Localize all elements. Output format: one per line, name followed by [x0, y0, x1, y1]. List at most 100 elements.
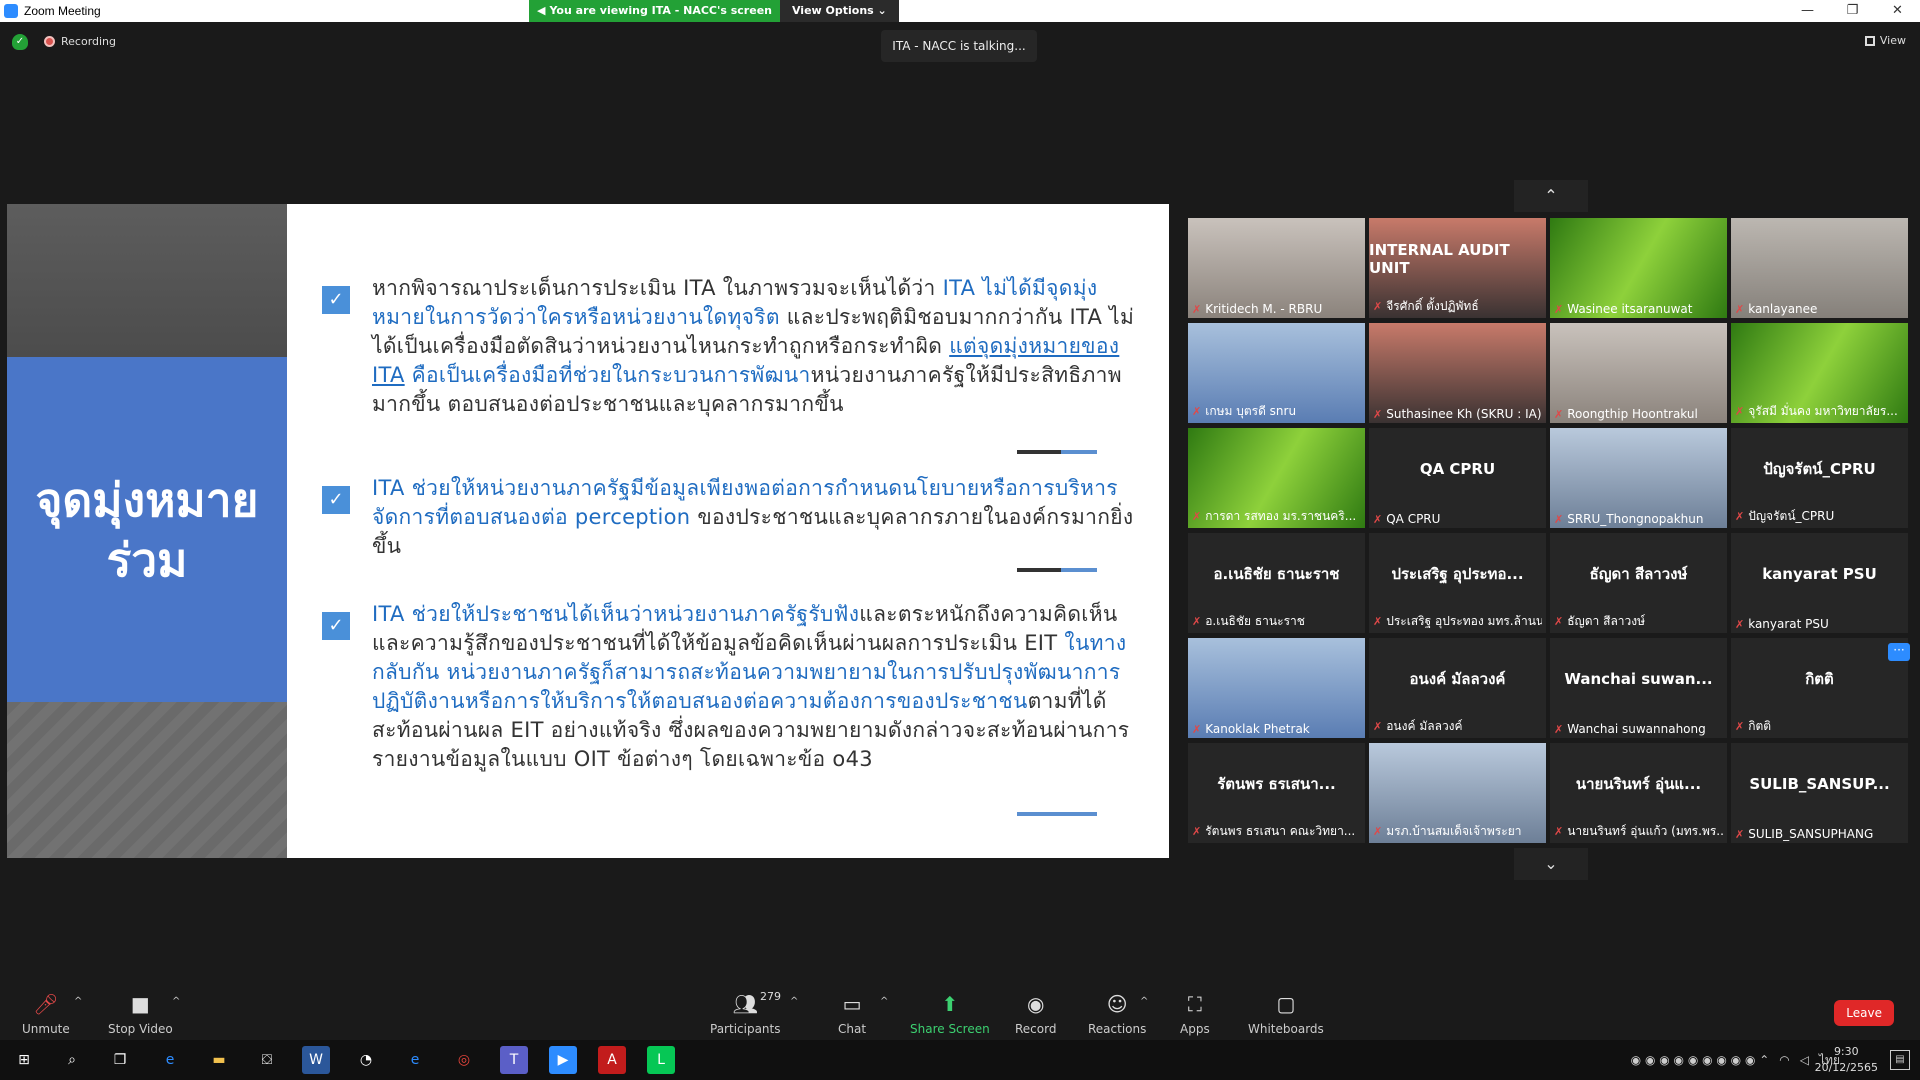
mic-muted-icon: ✗ — [1192, 510, 1202, 523]
participant-name-label: ✗ Kritidech M. - RBRU — [1192, 302, 1361, 316]
participant-name-label: ✗ Wanchai suwannahong — [1554, 722, 1723, 736]
bullet-text-segment: คือเป็นเครื่องมือที่ช่วยในกระบวนการพัฒนา — [404, 363, 811, 387]
record-button[interactable]: ◉ Record — [1015, 992, 1056, 1036]
share-screen-button[interactable]: ⬆ Share Screen — [910, 992, 990, 1036]
unmute-button[interactable]: 🎤︎ Unmute — [22, 992, 70, 1036]
acrobat-icon[interactable]: A — [598, 1046, 626, 1074]
gallery-down-button[interactable]: ⌄ — [1514, 848, 1588, 880]
task-view-icon[interactable]: ❐ — [106, 1046, 134, 1074]
apps-icon: ⛶ — [1187, 992, 1202, 1016]
participant-display-name: SULIB_SANSUP... — [1749, 775, 1890, 793]
participant-name-label: ✗ การดา รสทอง มร.ราชนคริ... — [1192, 507, 1361, 526]
participant-tile[interactable]: ประเสริฐ อุประทอ... ✗ ประเสริฐ อุประทอง มท… — [1369, 533, 1546, 633]
share-screen-label: Share Screen — [910, 1022, 990, 1036]
view-button[interactable]: View — [1864, 34, 1906, 47]
mic-muted-icon: ✗ — [1735, 827, 1745, 841]
talking-indicator: ITA - NACC is talking... — [881, 30, 1037, 62]
file-explorer-icon[interactable]: ▬ — [205, 1046, 233, 1074]
participant-tile[interactable]: ✗ การดา รสทอง มร.ราชนคริ... — [1188, 428, 1365, 528]
participant-tile[interactable]: INTERNAL AUDIT UNIT ✗ จีรศักดิ์ ตั้งปฏิพัท… — [1369, 218, 1546, 318]
chrome-icon[interactable]: ◎ — [450, 1046, 478, 1074]
participant-tile[interactable]: กิตติ ✗ กิตติ — [1731, 638, 1908, 738]
mic-muted-icon: ✗ — [1373, 825, 1383, 838]
stop-video-button[interactable]: ■ Stop Video — [108, 992, 173, 1036]
chat-label: Chat — [838, 1022, 867, 1036]
view-options-button[interactable]: View Options ⌄ — [779, 0, 899, 22]
word-icon[interactable]: W — [302, 1046, 330, 1074]
video-caret-button[interactable]: ^ — [172, 996, 180, 1007]
participant-name-label: ✗ จีรศักดิ์ ตั้งปฏิพัทธ์ — [1373, 297, 1542, 316]
participants-caret-button[interactable]: ^ — [790, 996, 798, 1007]
participant-name: เกษม บุตรดี snru — [1205, 404, 1297, 418]
participant-name: กิตติ — [1748, 719, 1772, 733]
checkbox-icon: ✓ — [322, 612, 350, 640]
participant-tile[interactable]: ✗ Suthasinee Kh (SKRU : IA) — [1369, 323, 1546, 423]
participant-tile[interactable]: ปัญจรัตน์_CPRU ✗ ปัญจรัตน์_CPRU — [1731, 428, 1908, 528]
participant-tile[interactable]: อ.เนธิชัย ธานะราช ✗ อ.เนธิชัย ธานะราช — [1188, 533, 1365, 633]
participant-tile[interactable]: ✗ มรภ.บ้านสมเด็จเจ้าพระยา — [1369, 743, 1546, 843]
participant-tile[interactable]: SULIB_SANSUP... ✗ SULIB_SANSUPHANG — [1731, 743, 1908, 843]
clock-time: 9:30 — [1833, 1045, 1859, 1058]
teams-icon[interactable]: T — [500, 1046, 528, 1074]
mic-muted-icon: ✗ — [1554, 407, 1564, 421]
taskbar-clock[interactable]: 9:30 20/12/2565 — [1815, 1044, 1878, 1076]
bullet-text: หากพิจารณาประเด็นการประเมิน ITA ในภาพรวม… — [372, 274, 1142, 419]
participant-tile[interactable]: ✗ Kanoklak Phetrak — [1188, 638, 1365, 738]
volume-icon[interactable]: ◁ — [1800, 1053, 1809, 1067]
participant-name: มรภ.บ้านสมเด็จเจ้าพระยา — [1386, 824, 1522, 838]
participant-tile[interactable]: kanyarat PSU ✗ kanyarat PSU — [1731, 533, 1908, 633]
participant-tile[interactable]: ✗ Kritidech M. - RBRU — [1188, 218, 1365, 318]
edge-icon[interactable]: e — [156, 1046, 184, 1074]
maximize-button[interactable]: ❐ — [1830, 0, 1875, 22]
participant-tile[interactable]: ✗ SRRU_Thongnopakhun — [1550, 428, 1727, 528]
slide-content: ✓ หากพิจารณาประเด็นการประเมิน ITA ในภาพร… — [287, 204, 1169, 858]
participant-name-label: ✗ รัตนพร ธรเสนา คณะวิทยา... — [1192, 822, 1361, 841]
close-button[interactable]: ✕ — [1875, 0, 1920, 22]
apps-button[interactable]: ⛶ Apps — [1180, 992, 1210, 1036]
line-icon[interactable]: L — [647, 1046, 675, 1074]
participant-tile[interactable]: ✗ kanlayanee — [1731, 218, 1908, 318]
recording-indicator[interactable]: Recording — [44, 35, 116, 48]
participant-tile[interactable]: ✗ Roongthip Hoontrakul — [1550, 323, 1727, 423]
whiteboards-button[interactable]: ▢ Whiteboards — [1248, 992, 1324, 1036]
search-icon[interactable]: ⌕ — [58, 1046, 86, 1074]
reactions-button[interactable]: ☺ Reactions — [1088, 992, 1146, 1036]
participants-button[interactable]: 👥︎ 279 Participants — [710, 990, 781, 1036]
zoom-taskbar-icon[interactable]: ▶ — [549, 1046, 577, 1074]
slide-divider — [1017, 568, 1097, 572]
bullet-text: ITA ช่วยให้หน่วยงานภาครัฐมีข้อมูลเพียงพอ… — [372, 474, 1142, 561]
participant-display-name: อ.เนธิชัย ธานะราช — [1213, 565, 1340, 583]
participant-tile[interactable]: QA CPRU ✗ QA CPRU — [1369, 428, 1546, 528]
tray-icons[interactable]: ◉ ◉ ◉ ◉ ◉ ◉ ◉ ◉ ◉ ⌃ — [1631, 1053, 1770, 1067]
audio-caret-button[interactable]: ^ — [74, 996, 82, 1007]
participant-tile[interactable]: นายนรินทร์ อุ่นแ... ✗ นายนรินทร์ อุ่นแก้ว … — [1550, 743, 1727, 843]
windows-start-icon[interactable]: ⊞ — [10, 1046, 38, 1074]
participant-name-label: ✗ Roongthip Hoontrakul — [1554, 407, 1723, 421]
notification-icon[interactable]: ▤ — [1890, 1050, 1910, 1070]
participant-tile[interactable]: Wanchai suwan... ✗ Wanchai suwannahong — [1550, 638, 1727, 738]
internet-explorer-icon[interactable]: e — [401, 1046, 429, 1074]
recording-label: Recording — [61, 35, 117, 48]
minimize-button[interactable]: — — [1785, 0, 1830, 22]
slide-photo-bottom — [7, 702, 287, 858]
participant-name-label: ✗ kanyarat PSU — [1735, 617, 1904, 631]
participant-tile[interactable]: รัตนพร ธรเสนา... ✗ รัตนพร ธรเสนา คณะวิทยา.… — [1188, 743, 1365, 843]
wifi-icon[interactable]: ◠ — [1779, 1053, 1789, 1067]
leave-button[interactable]: Leave — [1834, 1000, 1894, 1026]
participant-name-label: ✗ Wasinee itsaranuwat — [1554, 302, 1723, 316]
participant-tile[interactable]: ✗ จุรัสมี มั่นคง มหาวิทยาลัยร... — [1731, 323, 1908, 423]
more-options-icon[interactable]: ··· — [1888, 643, 1910, 661]
chat-button[interactable]: ▭ Chat — [838, 992, 866, 1036]
participant-tile[interactable]: ธัญดา สีลาวงษ์ ✗ ธัญดา สีลาวงษ์ — [1550, 533, 1727, 633]
shield-icon[interactable]: ✓ — [12, 34, 28, 50]
gallery-up-button[interactable]: ⌃ — [1514, 180, 1588, 212]
participant-tile[interactable]: ✗ เกษม บุตรดี snru — [1188, 323, 1365, 423]
chat-caret-button[interactable]: ^ — [880, 996, 888, 1007]
system-tray: ◉ ◉ ◉ ◉ ◉ ◉ ◉ ◉ ◉ ⌃ ◠ ◁ ไทย — [1631, 1040, 1840, 1080]
reactions-caret-button[interactable]: ^ — [1140, 996, 1148, 1007]
participant-tile[interactable]: ✗ Wasinee itsaranuwat — [1550, 218, 1727, 318]
store-icon[interactable]: ⛋ — [253, 1046, 281, 1074]
clock-app-icon[interactable]: ◔ — [352, 1046, 380, 1074]
participant-tile[interactable]: อนงค์ มัลลวงค์ ✗ อนงค์ มัลลวงค์ — [1369, 638, 1546, 738]
mic-muted-icon: ✗ — [1192, 615, 1202, 628]
